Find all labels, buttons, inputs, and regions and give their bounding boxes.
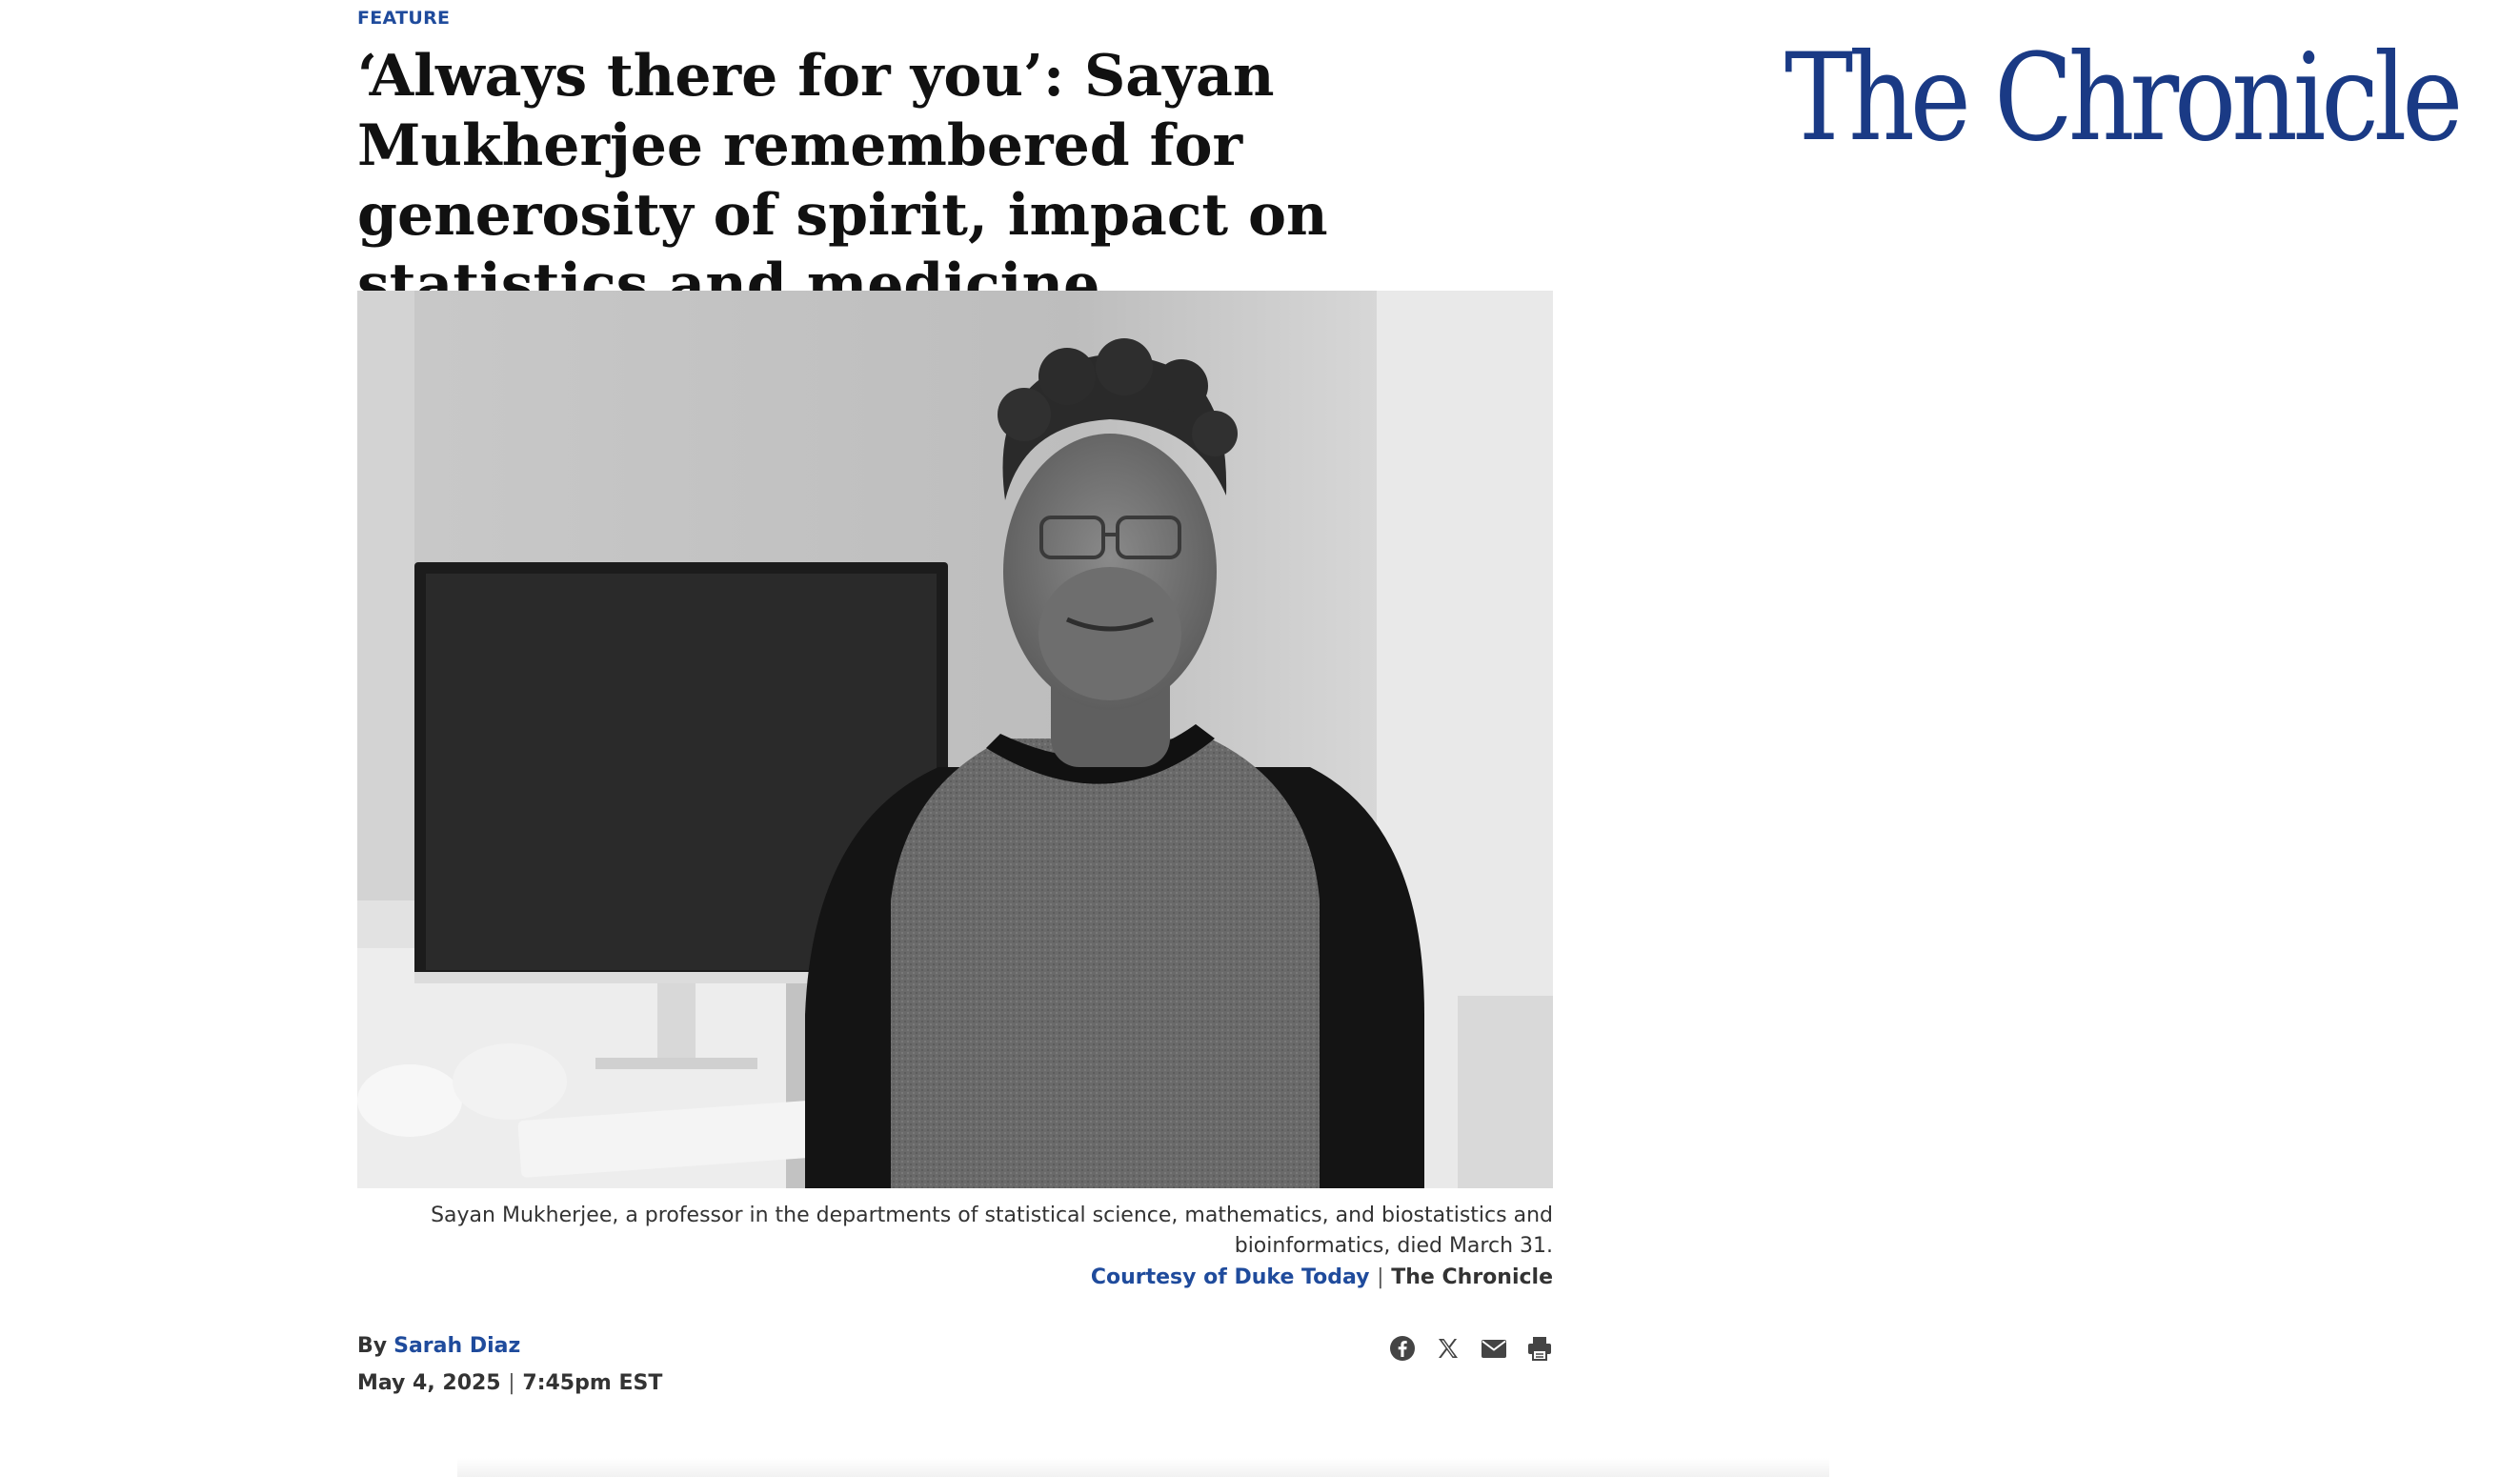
section-kicker[interactable]: FEATURE bbox=[357, 8, 450, 29]
print-icon bbox=[1527, 1336, 1551, 1361]
share-toolbar bbox=[1388, 1334, 1553, 1362]
share-facebook-button[interactable] bbox=[1388, 1334, 1416, 1362]
site-logo[interactable]: The Chronicle bbox=[1784, 36, 2463, 160]
publish-time: 7:45pm EST bbox=[522, 1371, 663, 1395]
article-photo bbox=[357, 291, 1553, 1188]
share-email-button[interactable] bbox=[1480, 1334, 1507, 1362]
byline: By Sarah Diaz bbox=[357, 1331, 520, 1362]
photo-credit-publication: The Chronicle bbox=[1391, 1265, 1553, 1289]
print-button[interactable] bbox=[1525, 1334, 1553, 1362]
photo-credit-source-link[interactable]: Courtesy of Duke Today bbox=[1091, 1265, 1370, 1289]
share-x-button[interactable] bbox=[1434, 1334, 1462, 1362]
publish-day: May 4, 2025 bbox=[357, 1371, 501, 1395]
article-headline: ‘Always there for you’: Sayan Mukherjee … bbox=[357, 43, 1328, 318]
photo-credit: Courtesy of Duke Today | The Chronicle bbox=[357, 1263, 1553, 1293]
byline-prefix: By bbox=[357, 1334, 388, 1358]
author-link[interactable]: Sarah Diaz bbox=[393, 1334, 520, 1358]
bottom-divider bbox=[457, 1458, 1829, 1477]
date-separator: | bbox=[508, 1371, 515, 1395]
page: FEATURE ‘Always there for you’: Sayan Mu… bbox=[0, 0, 2520, 1477]
facebook-icon bbox=[1389, 1335, 1415, 1361]
credit-separator: | bbox=[1377, 1265, 1384, 1289]
x-icon bbox=[1438, 1338, 1458, 1358]
photo-caption: Sayan Mukherjee, a professor in the depa… bbox=[431, 1204, 1553, 1258]
email-icon bbox=[1481, 1339, 1506, 1358]
publish-date: May 4, 2025 | 7:45pm EST bbox=[357, 1368, 662, 1399]
